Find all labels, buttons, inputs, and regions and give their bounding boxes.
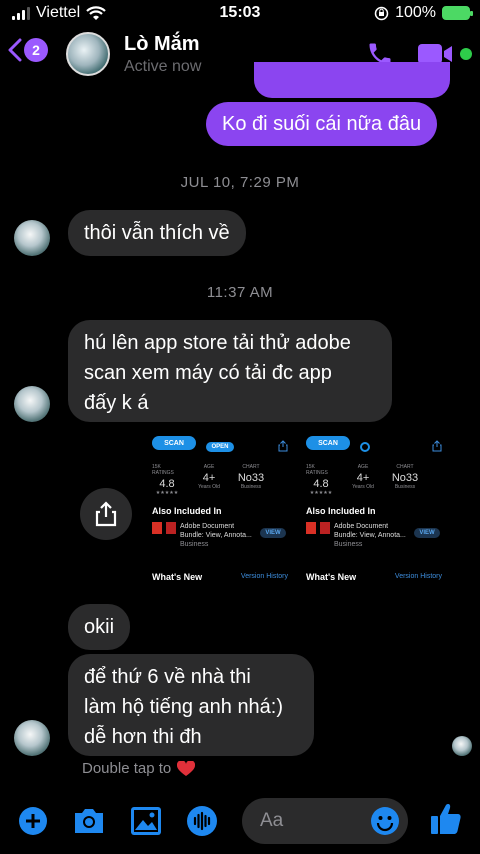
input-placeholder: Aa: [260, 810, 284, 831]
view-button: VIEW: [260, 528, 286, 538]
battery-icon: [442, 6, 473, 20]
section-title: What's New: [152, 572, 203, 582]
app-label: SCAN: [152, 436, 196, 450]
stat-value: 4+: [356, 472, 370, 484]
camera-icon[interactable]: [72, 807, 106, 835]
stat-value: No33: [237, 472, 265, 484]
timestamp: JUL 10, 7:29 PM: [180, 174, 300, 191]
stat-sub: Business: [394, 484, 416, 490]
pdf-icon: [166, 522, 176, 534]
app-stats: 15K RATINGS 4.8 ★★★★★ AGE 4+ Years Old CHART…: [304, 464, 444, 498]
doc-name: Adobe Document: [180, 523, 235, 530]
photo-gallery-icon[interactable]: [130, 806, 162, 836]
doc-name: Bundle: View, Annota...: [180, 532, 252, 539]
message-outgoing-partial[interactable]: [254, 62, 450, 98]
active-status: Active now: [124, 58, 202, 75]
message-incoming[interactable]: để thứ 6 về nhà thi làm hộ tiếng anh nhá…: [68, 654, 314, 756]
online-dot: [460, 48, 472, 60]
doc-category: Business: [334, 541, 363, 548]
pdf-icon: [152, 522, 162, 534]
timestamp: 11:37 AM: [206, 284, 274, 301]
section-title: What's New: [306, 572, 357, 582]
status-bar: Viettel 15:03 100%: [0, 0, 480, 28]
sender-avatar[interactable]: [14, 386, 50, 422]
section-title: Also Included In: [306, 506, 376, 516]
version-history-link: Version History: [394, 573, 442, 580]
message-incoming[interactable]: hú lên app store tải thử adobe scan xem …: [68, 320, 392, 422]
stat-value: No33: [391, 472, 419, 484]
loading-indicator: [360, 442, 370, 452]
doc-name: Adobe Document: [334, 523, 389, 530]
sender-avatar[interactable]: [14, 720, 50, 756]
open-button: OPEN: [206, 442, 234, 452]
message-line: scan xem máy có tải đc app: [84, 362, 332, 384]
stat-label: CHART: [242, 464, 260, 470]
message-line: hú lên app store tải thử adobe: [84, 332, 351, 354]
contact-avatar[interactable]: [66, 32, 110, 76]
attached-image[interactable]: SCAN 15K RATINGS 4.8 ★★★★★ AGE 4+ Years Old …: [304, 434, 444, 592]
pdf-icon: [320, 522, 330, 534]
message-incoming[interactable]: okii: [68, 604, 131, 650]
message-line: làm hộ tiếng anh nhá:): [84, 696, 284, 718]
message-line: đấy k á: [84, 392, 149, 414]
message-outgoing[interactable]: Ko đi suối cái nữa đâu: [206, 102, 438, 146]
message-input[interactable]: Aa: [242, 798, 408, 844]
stat-sub: Years Old: [352, 484, 374, 490]
rating-stars: ★★★★★: [155, 490, 179, 496]
section-title: Also Included In: [152, 506, 222, 516]
share-button[interactable]: [80, 488, 132, 540]
chevron-left-icon: [8, 38, 22, 62]
thumbs-up-icon[interactable]: [430, 802, 462, 836]
view-button: VIEW: [414, 528, 440, 538]
unread-badge: 2: [24, 38, 48, 62]
stat-sub: Years Old: [198, 484, 220, 490]
bundle-item: Adobe Document Bundle: View, Annota... Bus…: [306, 522, 406, 549]
app-label: SCAN: [306, 436, 350, 450]
pdf-icon: [306, 522, 316, 534]
contact-name[interactable]: Lò Mắm: [124, 33, 200, 56]
message-composer: Aa: [0, 798, 480, 844]
double-tap-hint: Double tap to: [82, 760, 196, 777]
stat-value: 4.8: [159, 478, 175, 490]
emoji-icon[interactable]: [370, 806, 400, 836]
heart-icon: [177, 760, 196, 776]
version-history-link: Version History: [240, 573, 288, 580]
hint-text: Double tap to: [82, 760, 172, 777]
share-icon: [95, 501, 117, 527]
message-line: dễ hơn thi đh: [84, 726, 202, 748]
battery-percent: 100%: [395, 4, 436, 21]
stat-sub: Business: [240, 484, 262, 490]
rating-stars: ★★★★★: [309, 490, 333, 496]
app-stats: 15K RATINGS 4.8 ★★★★★ AGE 4+ Years Old CHART…: [150, 464, 290, 498]
stat-label: AGE: [203, 464, 215, 470]
share-icon: [278, 440, 288, 452]
message-incoming[interactable]: thôi vẫn thích về: [68, 210, 246, 256]
stat-value: 4+: [202, 472, 216, 484]
stat-label: 15K RATINGS: [306, 464, 328, 476]
doc-name: Bundle: View, Annota...: [334, 532, 406, 539]
share-icon: [432, 440, 442, 452]
stat-label: CHART: [396, 464, 414, 470]
plus-icon[interactable]: [18, 806, 48, 836]
stat-label: 15K RATINGS: [152, 464, 174, 476]
read-receipt-avatar: [452, 736, 472, 756]
microphone-icon[interactable]: [186, 805, 218, 837]
back-button[interactable]: 2: [8, 38, 48, 62]
doc-category: Business: [180, 541, 209, 548]
stat-label: AGE: [357, 464, 369, 470]
stat-value: 4.8: [313, 478, 329, 490]
rotation-lock-icon: [374, 6, 389, 20]
message-line: để thứ 6 về nhà thi: [84, 666, 251, 688]
status-right: 100%: [374, 4, 473, 22]
attached-image[interactable]: SCAN OPEN 15K RATINGS 4.8 ★★★★★ AGE 4+ Years…: [150, 434, 290, 592]
sender-avatar[interactable]: [14, 220, 50, 256]
bundle-item: Adobe Document Bundle: View, Annota... Bus…: [152, 522, 252, 549]
